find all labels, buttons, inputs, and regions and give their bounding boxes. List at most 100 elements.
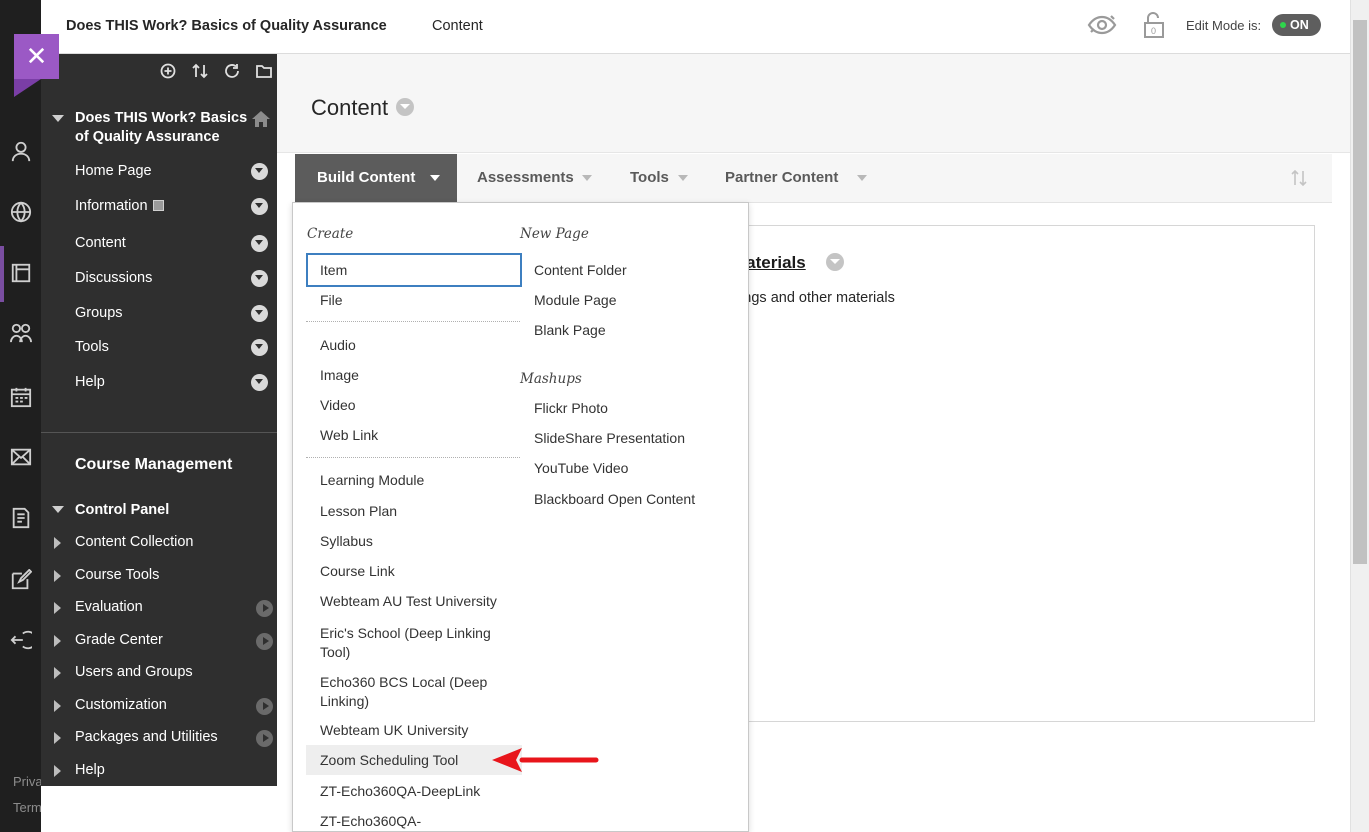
cp-item-evaluation[interactable]: Evaluation	[75, 599, 143, 615]
close-menu-button[interactable]: ✕	[14, 34, 59, 79]
menu-option-youtube-video[interactable]: YouTube Video	[534, 460, 628, 476]
courses-icon[interactable]	[10, 262, 32, 284]
partner-content-button[interactable]: Partner Content	[725, 169, 838, 186]
menu-item-groups[interactable]: Groups	[75, 305, 123, 321]
menu-option-syllabus[interactable]: Syllabus	[320, 533, 373, 549]
cp-item-customization[interactable]: Customization	[75, 697, 167, 713]
chevron-down-icon[interactable]	[251, 198, 268, 215]
reorder-icon[interactable]	[191, 62, 209, 80]
control-panel-heading[interactable]: Control Panel	[75, 502, 169, 518]
create-header: Create	[307, 226, 354, 242]
breadcrumb-course[interactable]: Does THIS Work? Basics of Quality Assura…	[66, 18, 387, 34]
menu-option-module-page[interactable]: Module Page	[534, 292, 617, 308]
chevron-down-icon	[430, 175, 440, 181]
menu-item-tools[interactable]: Tools	[75, 339, 109, 355]
menu-option-webteam-uk[interactable]: Webteam UK University	[320, 722, 468, 738]
unlock-icon[interactable]: 0	[1142, 11, 1166, 39]
menu-option-slideshare[interactable]: SlideShare Presentation	[534, 430, 685, 446]
expand-icon[interactable]	[54, 635, 61, 647]
folder-view-icon[interactable]	[255, 62, 273, 80]
action-bar: Build Content Assessments Tools Partner …	[295, 154, 1332, 203]
edit-mode-toggle[interactable]: ON	[1272, 14, 1321, 36]
calendar-icon[interactable]	[10, 386, 32, 408]
expand-icon[interactable]	[54, 667, 61, 679]
build-content-button[interactable]: Build Content	[295, 154, 457, 203]
chevron-down-icon[interactable]	[251, 235, 268, 252]
menu-option-echo360-bcs[interactable]: Echo360 BCS Local (Deep Linking)	[320, 673, 505, 711]
cp-item-course-tools[interactable]: Course Tools	[75, 567, 159, 583]
menu-option-flickr-photo[interactable]: Flickr Photo	[534, 400, 608, 416]
arrow-right-icon[interactable]	[256, 600, 273, 617]
collapse-icon[interactable]	[52, 506, 64, 513]
expand-icon[interactable]	[54, 765, 61, 777]
menu-option-audio[interactable]: Audio	[320, 337, 356, 353]
content-header: Content	[277, 54, 1350, 153]
menu-item-discussions[interactable]: Discussions	[75, 270, 152, 286]
terms-link[interactable]: Term	[13, 800, 42, 815]
menu-option-file[interactable]: File	[320, 292, 343, 308]
page-scrollbar[interactable]	[1350, 0, 1369, 832]
breadcrumb-page[interactable]: Content	[432, 18, 483, 34]
privacy-link[interactable]: Priva	[13, 774, 43, 789]
expand-icon[interactable]	[54, 732, 61, 744]
groups-icon[interactable]	[10, 322, 32, 344]
menu-option-zoom-scheduling-tool[interactable]: Zoom Scheduling Tool	[320, 752, 458, 768]
course-menu-title[interactable]: Does THIS Work? Basics of Quality Assura…	[75, 109, 255, 147]
expand-icon[interactable]	[54, 570, 61, 582]
collapse-icon[interactable]	[52, 115, 64, 122]
chevron-down-icon[interactable]	[251, 374, 268, 391]
chevron-down-icon[interactable]	[251, 339, 268, 356]
cp-item-grade-center[interactable]: Grade Center	[75, 632, 163, 648]
expand-icon[interactable]	[54, 537, 61, 549]
refresh-icon[interactable]	[223, 62, 241, 80]
menu-option-blank-page[interactable]: Blank Page	[534, 322, 606, 338]
menu-option-video[interactable]: Video	[320, 397, 356, 413]
cp-item-content-collection[interactable]: Content Collection	[75, 534, 194, 550]
chevron-down-icon[interactable]	[251, 163, 268, 180]
add-menu-item-icon[interactable]	[159, 62, 177, 80]
chevron-down-icon[interactable]	[251, 270, 268, 287]
svg-text:0: 0	[1151, 26, 1156, 36]
menu-option-zt-echo360qa[interactable]: ZT-Echo360QA-	[320, 813, 421, 829]
menu-item-home-page[interactable]: Home Page	[75, 163, 152, 179]
menu-option-erics-school[interactable]: Eric's School (Deep Linking Tool)	[320, 624, 505, 662]
page-title: Content	[311, 95, 389, 120]
menu-option-content-folder[interactable]: Content Folder	[534, 262, 627, 278]
grades-icon[interactable]	[10, 507, 32, 529]
menu-option-learning-module[interactable]: Learning Module	[320, 472, 424, 488]
menu-option-item[interactable]: Item	[320, 262, 347, 278]
menu-item-content[interactable]: Content	[75, 235, 126, 251]
menu-option-lesson-plan[interactable]: Lesson Plan	[320, 503, 397, 519]
scrollbar-thumb[interactable]	[1353, 20, 1367, 564]
expand-icon[interactable]	[54, 602, 61, 614]
menu-option-blackboard-open-content[interactable]: Blackboard Open Content	[534, 491, 695, 507]
menu-option-image[interactable]: Image	[320, 367, 359, 383]
assessments-button[interactable]: Assessments	[477, 169, 574, 186]
menu-option-web-link[interactable]: Web Link	[320, 427, 378, 443]
arrow-right-icon[interactable]	[256, 633, 273, 650]
cp-item-help[interactable]: Help	[75, 762, 105, 778]
menu-option-zt-echo360qa-deeplink[interactable]: ZT-Echo360QA-DeepLink	[320, 783, 480, 799]
menu-item-help[interactable]: Help	[75, 374, 105, 390]
chevron-down-icon[interactable]	[251, 305, 268, 322]
chevron-down-icon[interactable]	[396, 98, 414, 116]
arrow-right-icon[interactable]	[256, 698, 273, 715]
arrow-right-icon[interactable]	[256, 730, 273, 747]
mail-icon[interactable]	[10, 446, 32, 468]
user-icon[interactable]	[10, 140, 32, 162]
student-preview-icon[interactable]	[1087, 13, 1117, 37]
home-icon[interactable]	[252, 111, 270, 127]
reorder-icon[interactable]	[1291, 168, 1307, 188]
menu-option-course-link[interactable]: Course Link	[320, 563, 395, 579]
tools-button[interactable]: Tools	[630, 169, 669, 186]
menu-item-information[interactable]: Information	[75, 198, 164, 214]
chevron-down-icon[interactable]	[826, 253, 844, 271]
expand-icon[interactable]	[54, 700, 61, 712]
cp-item-users-and-groups[interactable]: Users and Groups	[75, 664, 193, 680]
menu-option-webteam-au[interactable]: Webteam AU Test University	[320, 593, 497, 609]
globe-icon[interactable]	[10, 201, 32, 223]
content-item-description: dings and other materials	[732, 290, 895, 306]
edit-icon[interactable]	[10, 569, 32, 591]
sign-out-icon[interactable]	[10, 629, 32, 651]
cp-item-packages-and-utilities[interactable]: Packages and Utilities	[75, 729, 218, 745]
